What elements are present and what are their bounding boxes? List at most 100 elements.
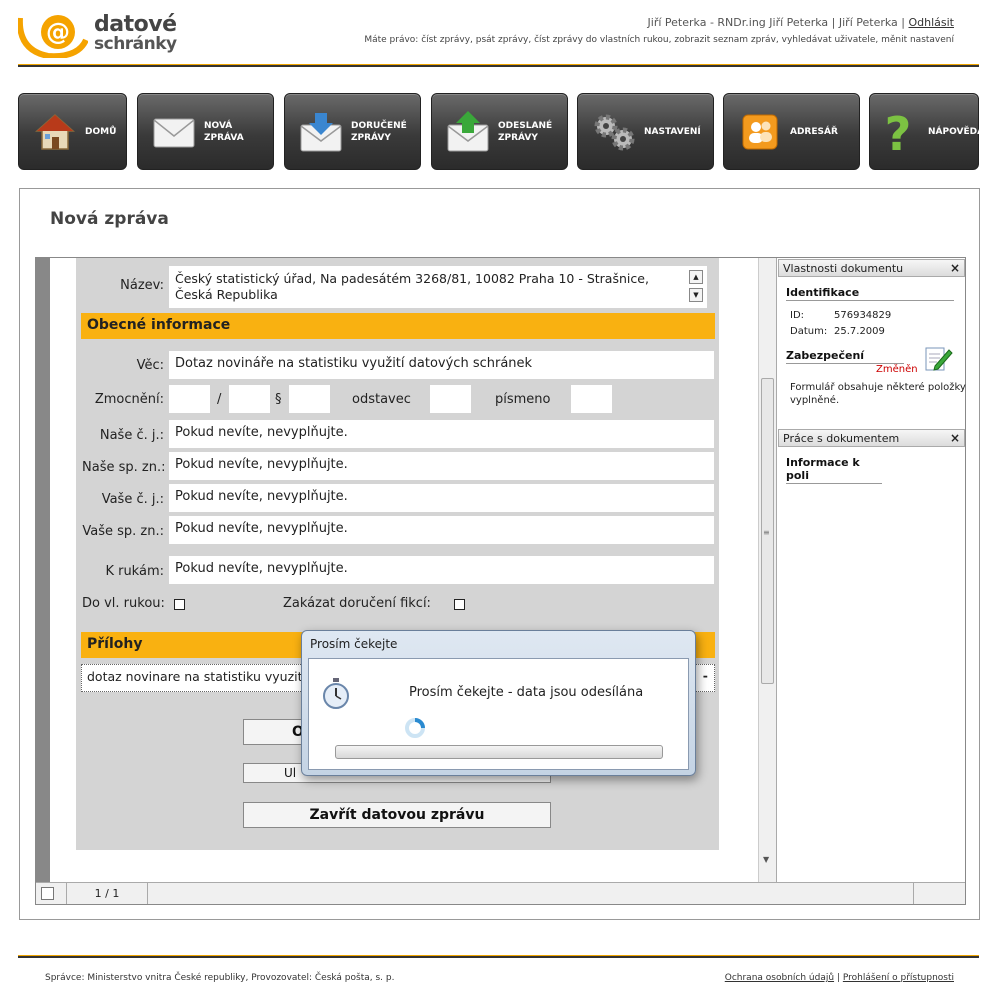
paragraph-sign: § bbox=[275, 392, 282, 407]
our-ref-field[interactable]: Pokud nevíte, nevyplňujte. bbox=[169, 420, 714, 448]
form-note-line2: vyplněné. bbox=[790, 395, 840, 406]
nav-help-label: NÁPOVĚDA bbox=[928, 126, 985, 137]
nav-inbox-button[interactable]: DORUČENÉ ZPRÁVY bbox=[284, 93, 421, 170]
outbox-upload-icon bbox=[446, 110, 490, 154]
id-value: 576934829 bbox=[834, 310, 892, 321]
personal-delivery-label: Do vl. rukou: bbox=[82, 596, 165, 611]
scroll-down-icon[interactable]: ▼ bbox=[689, 288, 703, 302]
address-book-icon bbox=[738, 110, 782, 154]
progress-bar bbox=[335, 745, 663, 759]
remove-attachment-icon[interactable]: - bbox=[703, 668, 708, 683]
document-properties-title: Vlastnosti dokumentu bbox=[783, 262, 904, 275]
user-info: Jiří Peterka - RNDr.ing Jiří Peterka | J… bbox=[648, 16, 954, 29]
nav-address-book-button[interactable]: ADRESÁŘ bbox=[723, 93, 860, 170]
user-name: Jiří Peterka - RNDr.ing Jiří Peterka | J… bbox=[647, 16, 905, 29]
status-extra-box bbox=[913, 883, 965, 904]
date-label: Datum: bbox=[790, 326, 828, 337]
attachment-name: dotaz novinare na statistiku vyuzití bbox=[87, 669, 306, 684]
personal-delivery-checkbox[interactable] bbox=[174, 599, 185, 610]
letter-label: písmeno bbox=[495, 392, 551, 407]
your-file-label: Vaše sp. zn.: bbox=[82, 524, 164, 539]
nav-settings-label: NASTAVENÍ bbox=[644, 126, 701, 137]
nav-settings-button[interactable]: NASTAVENÍ bbox=[577, 93, 714, 170]
section-general-header: Obecné informace bbox=[81, 313, 715, 339]
identification-heading: Identifikace bbox=[786, 286, 954, 301]
accessibility-link[interactable]: Prohlášení o přístupnosti bbox=[843, 973, 954, 983]
id-label: ID: bbox=[790, 310, 805, 321]
site-logo[interactable]: @ datové schránky bbox=[18, 10, 178, 58]
recipient-value: Český statistický úřad, Na padesátém 326… bbox=[175, 271, 649, 302]
dialog-title: Prosím čekejte bbox=[310, 637, 398, 651]
edit-document-icon bbox=[923, 344, 953, 378]
authorization-paragraph-field[interactable] bbox=[289, 385, 330, 413]
help-question-icon: ? bbox=[876, 110, 920, 154]
please-wait-dialog: Prosím čekejte Prosím čekejte - data jso… bbox=[301, 630, 696, 776]
close-work-panel-icon[interactable]: × bbox=[950, 431, 960, 445]
envelope-icon bbox=[152, 110, 196, 154]
footer-operator: Správce: Ministerstvo vnitra České repub… bbox=[45, 973, 395, 983]
nav-help-button[interactable]: ? NÁPOVĚDA bbox=[869, 93, 984, 170]
work-with-document-header: Práce s dokumentem × bbox=[778, 429, 965, 447]
document-scrollbar[interactable]: ≡ ▼ bbox=[758, 258, 776, 882]
svg-text:?: ? bbox=[885, 110, 912, 154]
scrollbar-grip-icon: ≡ bbox=[763, 528, 770, 537]
pdf-viewer: Název: Český statistický úřad, Na padesá… bbox=[35, 257, 966, 905]
subject-field[interactable]: Dotaz novináře na statistiku využití dat… bbox=[169, 351, 714, 379]
date-value: 25.7.2009 bbox=[834, 326, 885, 337]
footer-links: Ochrana osobních údajů | Prohlášení o př… bbox=[725, 973, 954, 983]
attention-label: K rukám: bbox=[105, 564, 164, 579]
attention-field[interactable]: Pokud nevíte, nevyplňujte. bbox=[169, 556, 714, 584]
dialog-message: Prosím čekejte - data jsou odesílána bbox=[409, 685, 644, 700]
nav-home-button[interactable]: DOMŮ bbox=[18, 93, 127, 170]
forbid-fiction-checkbox[interactable] bbox=[454, 599, 465, 610]
recipient-field[interactable]: Český statistický úřad, Na padesátém 326… bbox=[169, 266, 707, 308]
authorization-subsection-field[interactable] bbox=[430, 385, 471, 413]
main-panel: Nová zpráva Název: Český statistický úřa… bbox=[19, 188, 980, 920]
stopwatch-icon bbox=[321, 677, 351, 715]
viewer-left-bar bbox=[36, 258, 50, 882]
our-file-field[interactable]: Pokud nevíte, nevyplňujte. bbox=[169, 452, 714, 480]
close-properties-icon[interactable]: × bbox=[950, 261, 960, 275]
security-heading: Zabezpečení bbox=[786, 349, 904, 364]
nav-inbox-label: DORUČENÉ ZPRÁVY bbox=[351, 120, 407, 143]
footer-divider bbox=[18, 955, 979, 958]
authorization-letter-field[interactable] bbox=[571, 385, 612, 413]
inbox-download-icon bbox=[299, 110, 343, 154]
edit-mode-icon[interactable] bbox=[41, 887, 54, 900]
your-ref-field[interactable]: Pokud nevíte, nevyplňujte. bbox=[169, 484, 714, 512]
your-ref-label: Vaše č. j.: bbox=[101, 492, 164, 507]
svg-text:@: @ bbox=[46, 18, 70, 46]
nav-new-message-button[interactable]: NOVÁ ZPRÁVA bbox=[137, 93, 274, 170]
close-message-button[interactable]: Zavřít datovou zprávu bbox=[243, 802, 551, 828]
user-rights: Máte právo: číst zprávy, psát zprávy, čí… bbox=[364, 35, 954, 45]
nav-address-book-label: ADRESÁŘ bbox=[790, 126, 838, 137]
nav-sent-label: ODESLANÉ ZPRÁVY bbox=[498, 120, 553, 143]
authorization-law-field[interactable] bbox=[169, 385, 210, 413]
document-area: Název: Český statistický úřad, Na padesá… bbox=[36, 258, 777, 882]
authorization-year-field[interactable] bbox=[229, 385, 270, 413]
nav-sent-button[interactable]: ODESLANÉ ZPRÁVY bbox=[431, 93, 568, 170]
logout-link[interactable]: Odhlásit bbox=[908, 16, 954, 29]
our-file-label: Naše sp. zn.: bbox=[82, 460, 166, 475]
your-file-field[interactable]: Pokud nevíte, nevyplňujte. bbox=[169, 516, 714, 544]
nav-new-message-label: NOVÁ ZPRÁVA bbox=[204, 120, 244, 143]
authorization-label: Zmocnění: bbox=[94, 392, 164, 407]
subsection-label: odstavec bbox=[352, 392, 411, 407]
logo-text-line2: schránky bbox=[94, 34, 177, 54]
gears-icon bbox=[592, 110, 636, 154]
nav-home-label: DOMŮ bbox=[85, 126, 117, 137]
subject-label: Věc: bbox=[136, 358, 164, 373]
footer-separator: | bbox=[836, 973, 840, 983]
our-ref-label: Naše č. j.: bbox=[99, 428, 164, 443]
scroll-up-icon[interactable]: ▲ bbox=[689, 270, 703, 284]
scroll-down-arrow-icon[interactable]: ▼ bbox=[763, 855, 769, 864]
document-properties-header: Vlastnosti dokumentu × bbox=[778, 259, 965, 277]
at-sign-logo-icon: @ bbox=[18, 15, 88, 58]
side-panel: Vlastnosti dokumentu × Identifikace ID: … bbox=[778, 258, 966, 882]
recipient-label: Název: bbox=[120, 278, 164, 293]
page-title: Nová zpráva bbox=[50, 209, 169, 229]
header-divider bbox=[18, 64, 979, 67]
loading-spinner-icon bbox=[404, 717, 426, 743]
page-indicator: 1 / 1 bbox=[66, 883, 148, 904]
privacy-link[interactable]: Ochrana osobních údajů bbox=[725, 973, 834, 983]
